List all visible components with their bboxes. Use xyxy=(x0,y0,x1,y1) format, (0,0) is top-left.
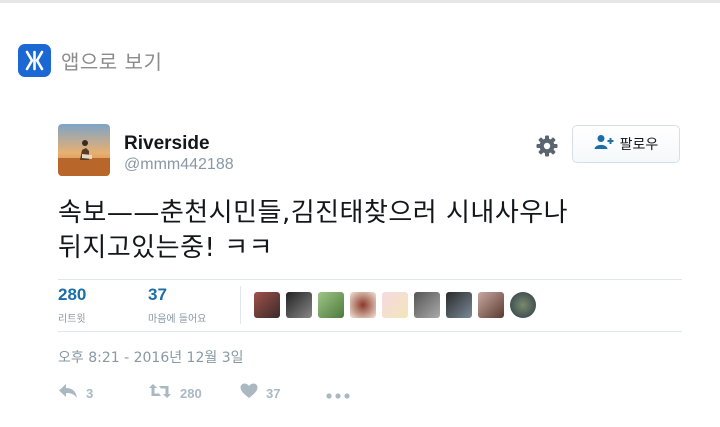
gear-icon[interactable] xyxy=(536,135,558,157)
more-action[interactable] xyxy=(326,384,350,403)
reply-action[interactable]: 3 xyxy=(58,383,148,403)
liker-avatar[interactable] xyxy=(446,292,472,318)
tweet-line: 속보——춘천시민들,김진태찾으러 시내사우나 xyxy=(58,198,569,228)
like-count: 37 xyxy=(148,285,167,304)
more-options-icon xyxy=(326,384,350,403)
open-in-app-label[interactable]: 앱으로 보기 xyxy=(61,46,162,75)
liker-avatar[interactable] xyxy=(510,292,536,318)
liker-avatar[interactable] xyxy=(350,292,376,318)
tweet-timestamp[interactable]: 오후 8:21 - 2016년 12월 3일 xyxy=(58,347,244,367)
user-handle[interactable]: @mmm442188 xyxy=(124,156,234,174)
tweet-actions: 3 280 37 xyxy=(58,383,350,403)
stats-divider-top xyxy=(58,279,682,280)
like-stat[interactable]: 37 마음에 들어요 xyxy=(148,285,206,325)
display-name[interactable]: Riverside xyxy=(124,133,210,155)
follow-button-label: 팔로우 xyxy=(619,137,659,153)
liker-avatar[interactable] xyxy=(318,292,344,318)
top-divider xyxy=(0,0,720,3)
stats-vertical-divider xyxy=(240,286,241,324)
open-in-app-banner[interactable]: 앱으로 보기 xyxy=(18,42,162,78)
tweet-text: 속보——춘천시민들,김진태찾으러 시내사우나 뒤지고있는중! ㅋㅋ xyxy=(58,196,678,266)
avatar[interactable] xyxy=(58,124,110,176)
retweet-stat[interactable]: 280 리트윗 xyxy=(58,285,86,325)
liker-avatar[interactable] xyxy=(414,292,440,318)
retweet-action-count: 280 xyxy=(180,385,202,401)
liker-avatar[interactable] xyxy=(254,292,280,318)
like-action[interactable]: 37 xyxy=(240,383,326,403)
reply-count: 3 xyxy=(86,385,94,401)
like-action-count: 37 xyxy=(266,385,281,401)
stats-divider-bottom xyxy=(58,331,682,332)
retweet-caption: 리트윗 xyxy=(58,314,86,325)
liker-avatar[interactable] xyxy=(286,292,312,318)
liker-avatar[interactable] xyxy=(382,292,408,318)
like-caption: 마음에 들어요 xyxy=(148,314,207,325)
retweet-action[interactable]: 280 xyxy=(148,383,240,403)
add-user-icon xyxy=(594,134,614,154)
liker-avatars xyxy=(254,292,542,318)
retweet-count: 280 xyxy=(58,285,87,304)
heart-icon xyxy=(240,383,258,403)
liker-avatar[interactable] xyxy=(478,292,504,318)
app-logo-icon xyxy=(18,43,51,77)
tweet-line: 뒤지고있는중! ㅋㅋ xyxy=(58,233,274,263)
retweet-icon xyxy=(148,383,172,403)
reply-icon xyxy=(58,383,78,403)
follow-button[interactable]: 팔로우 xyxy=(572,125,680,163)
